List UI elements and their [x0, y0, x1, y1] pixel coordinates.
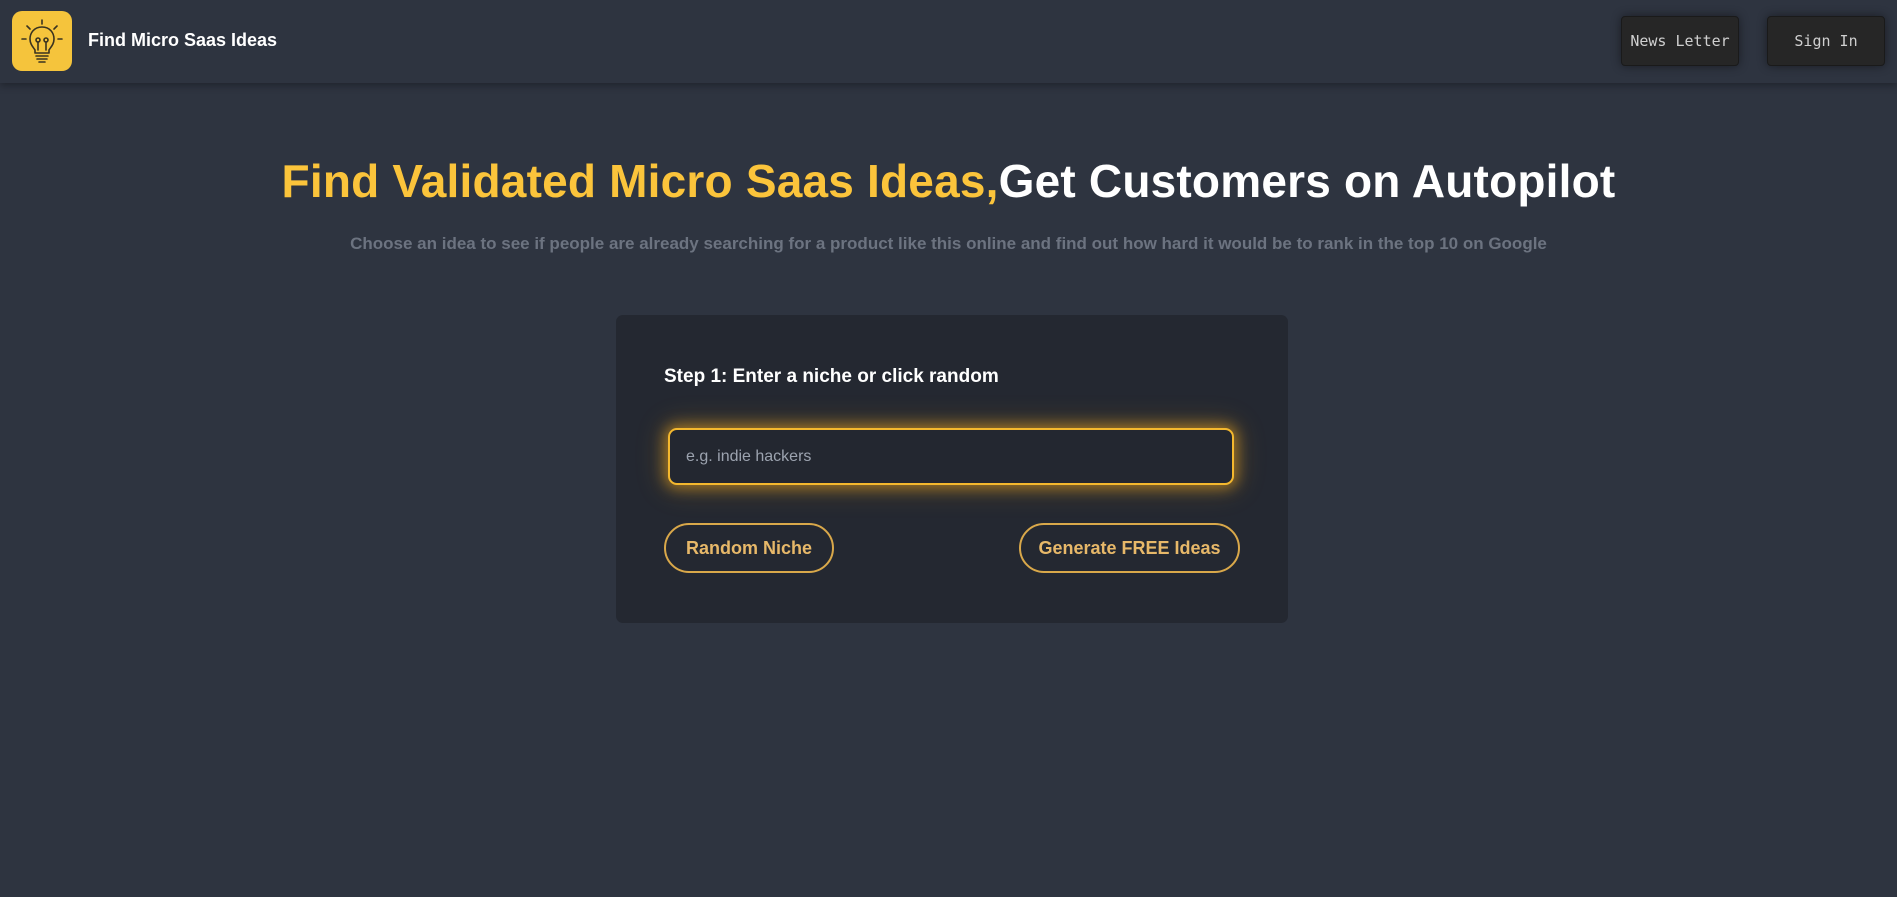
brand-name[interactable]: Find Micro Saas Ideas [88, 30, 277, 51]
newsletter-button[interactable]: News Letter [1621, 16, 1739, 66]
idea-generator-card: Step 1: Enter a niche or click random Ra… [616, 315, 1288, 623]
generate-ideas-button[interactable]: Generate FREE Ideas [1019, 523, 1240, 573]
page-subtitle: Choose an idea to see if people are alre… [350, 234, 1547, 253]
step-label: Step 1: Enter a niche or click random [664, 366, 999, 387]
headline-rest: Get Customers on Autopilot [998, 155, 1616, 207]
logo[interactable] [12, 11, 72, 71]
top-navbar: Find Micro Saas Ideas News Letter Sign I… [0, 0, 1897, 83]
lightbulb-icon [21, 19, 63, 63]
headline-accent: Find Validated Micro Saas Ideas, [281, 155, 999, 207]
page-headline: Find Validated Micro Saas Ideas,Get Cust… [0, 154, 1897, 208]
random-niche-button[interactable]: Random Niche [664, 523, 834, 573]
sign-in-button[interactable]: Sign In [1767, 16, 1885, 66]
niche-input[interactable] [668, 428, 1234, 485]
